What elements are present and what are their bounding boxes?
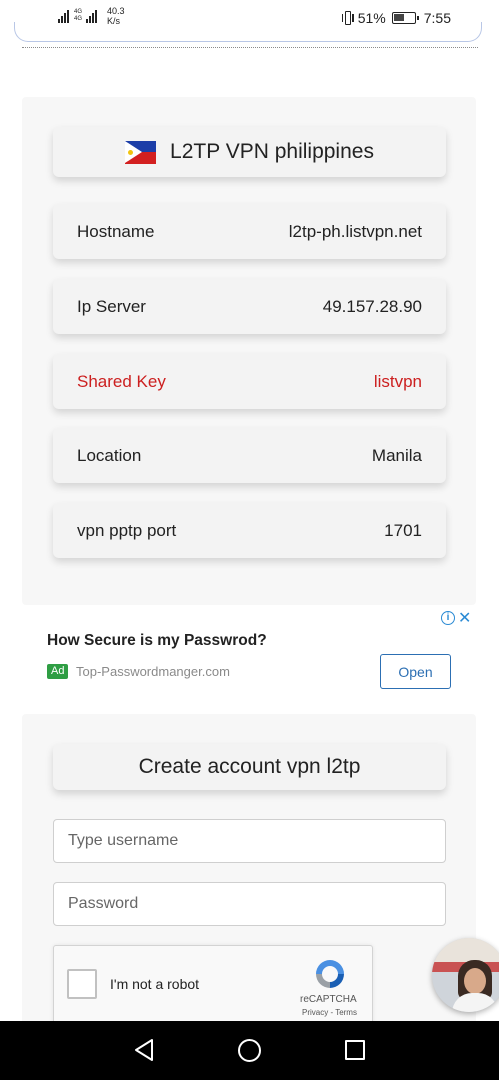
create-account-title-text: Create account vpn l2tp (138, 755, 361, 778)
close-icon[interactable]: ✕ (458, 608, 471, 627)
create-account-title: Create account vpn l2tp (53, 744, 446, 790)
recaptcha-widget: I'm not a robot reCAPTCHA Privacy - Term… (53, 945, 373, 1027)
server-title: L2TP VPN philippines (53, 127, 446, 177)
dotted-divider (22, 47, 478, 48)
previous-section-edge (14, 22, 482, 42)
home-icon[interactable] (238, 1039, 261, 1062)
hostname-value: l2tp-ph.listvpn.net (288, 221, 422, 241)
recaptcha-logo-icon (316, 960, 344, 988)
ip-server-row: Ip Server 49.157.28.90 (53, 279, 446, 334)
hostname-row: Hostname l2tp-ph.listvpn.net (53, 204, 446, 259)
ad-badge: Ad (47, 664, 69, 679)
ad-banner[interactable]: i ✕ How Secure is my Passwrod? Ad Top-Pa… (22, 608, 476, 712)
create-account-card: Create account vpn l2tp I'm not a robot … (22, 714, 476, 1034)
username-input[interactable] (53, 819, 446, 863)
port-row: vpn pptp port 1701 (53, 503, 446, 558)
server-info-card: L2TP VPN philippines Hostname l2tp-ph.li… (22, 97, 476, 605)
recaptcha-checkbox[interactable] (67, 969, 97, 999)
shared-key-row: Shared Key listvpn (53, 354, 446, 409)
info-icon[interactable]: i (441, 611, 455, 625)
ad-url[interactable]: Top-Passwordmanger.com (76, 664, 230, 679)
back-icon[interactable] (133, 1038, 155, 1062)
port-value: 1701 (384, 520, 422, 540)
screen: 4G 4G 40.3 K/s 51% 7:55 L2TP VPN philipp… (0, 0, 499, 1080)
server-title-text: L2TP VPN philippines (170, 140, 374, 163)
ip-server-value: 49.157.28.90 (322, 296, 422, 316)
recaptcha-terms[interactable]: Privacy - Terms (302, 1008, 357, 1017)
location-label: Location (77, 445, 142, 465)
signal-icon-2 (86, 9, 98, 23)
philippines-flag-icon (125, 140, 157, 164)
recent-apps-icon[interactable] (345, 1040, 365, 1060)
location-row: Location Manila (53, 428, 446, 483)
ad-title[interactable]: How Secure is my Passwrod? (47, 632, 267, 650)
port-label: vpn pptp port (77, 520, 177, 540)
location-value: Manila (371, 445, 422, 465)
chat-head-avatar[interactable] (432, 938, 499, 1012)
ad-open-button[interactable]: Open (380, 654, 451, 689)
navigation-bar (0, 1021, 499, 1080)
hostname-label: Hostname (77, 221, 155, 241)
shared-key-value: listvpn (373, 371, 422, 391)
signal-icon (58, 9, 69, 23)
network-type: 4G 4G (74, 9, 83, 22)
password-input[interactable] (53, 882, 446, 926)
shared-key-label: Shared Key (77, 371, 166, 391)
ip-server-label: Ip Server (77, 296, 146, 316)
recaptcha-brand: reCAPTCHA (300, 994, 357, 1005)
recaptcha-label: I'm not a robot (110, 976, 200, 992)
